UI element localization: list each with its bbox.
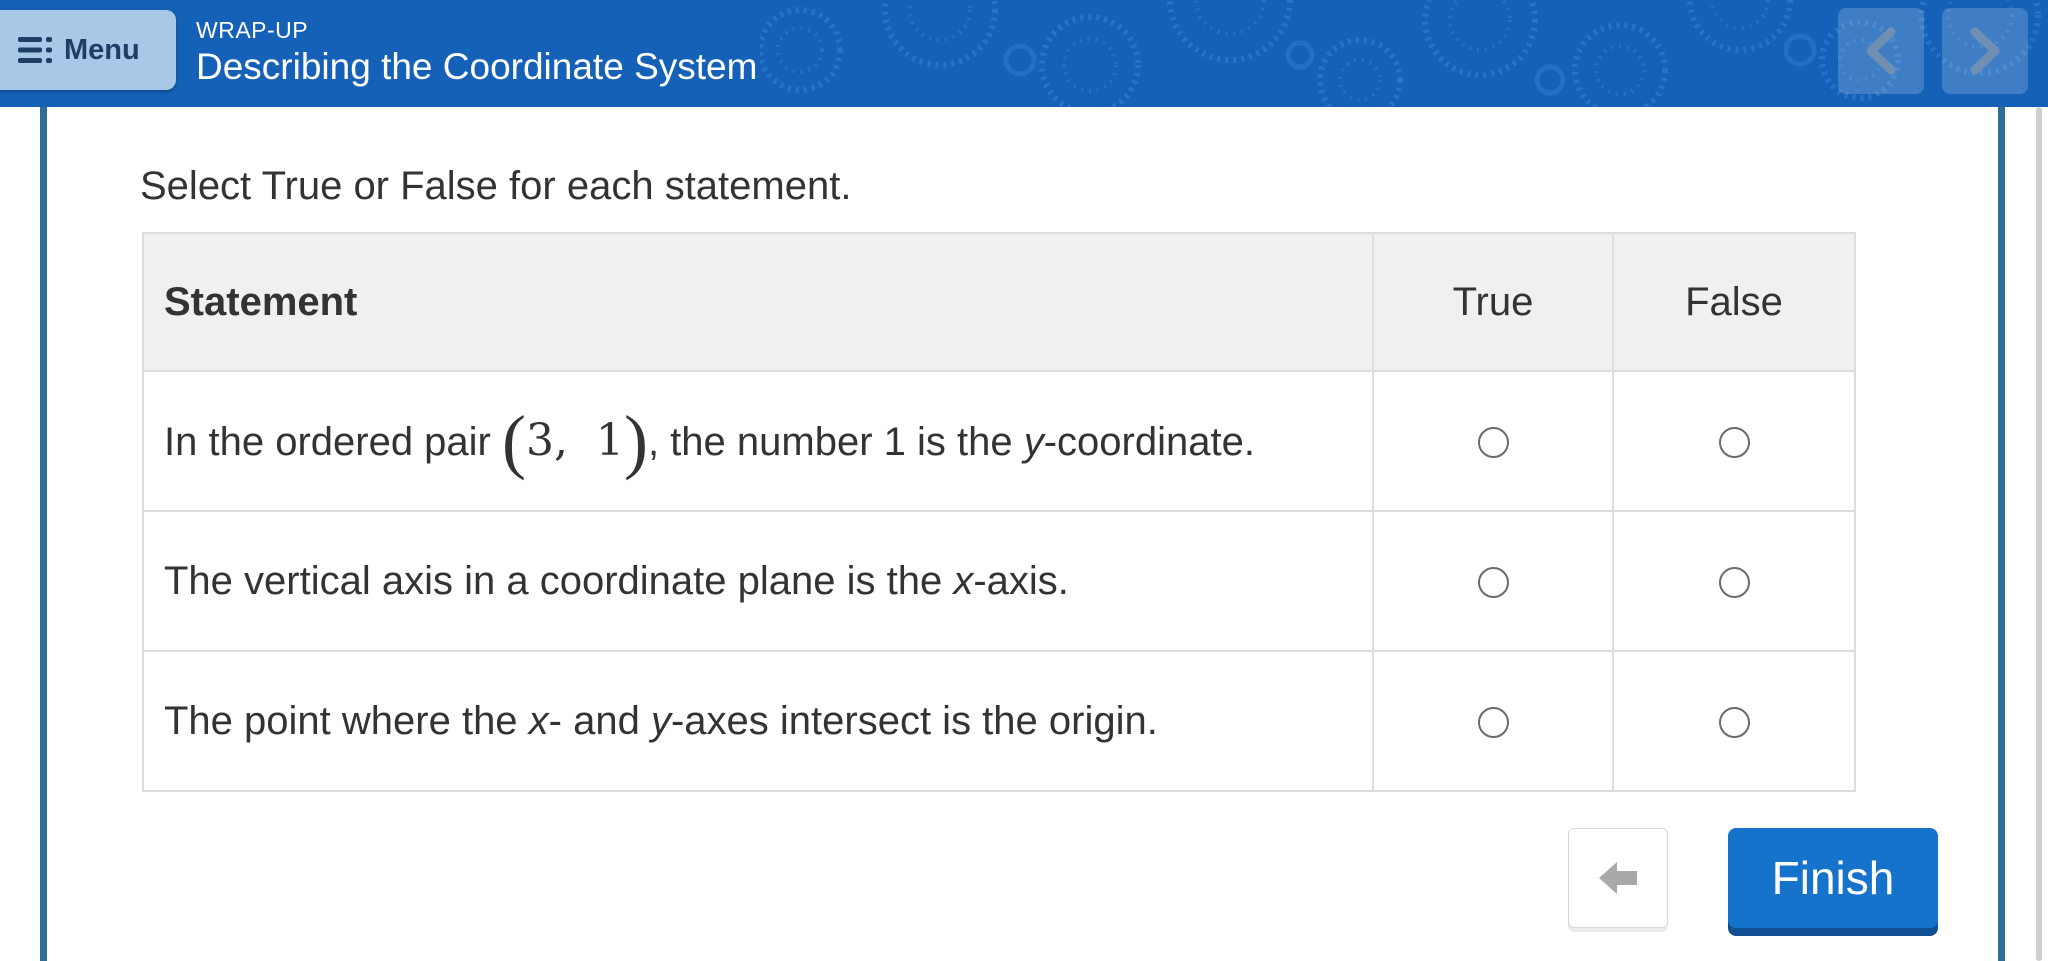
section-eyebrow: WRAP-UP	[196, 17, 309, 43]
next-page-button[interactable]	[1942, 8, 2028, 94]
header-true: True	[1372, 232, 1614, 372]
arrow-left-icon	[1599, 862, 1637, 894]
statement-3: The point where the x- and y-axes inters…	[142, 650, 1374, 792]
statement-1-pre: In the ordered pair	[164, 419, 502, 464]
lesson-header: Menu WRAP-UP Describing the Coordinate S…	[0, 0, 2048, 107]
statement-3-false-radio[interactable]	[1718, 707, 1750, 739]
statement-1-mid: , the number 1 is the	[647, 419, 1024, 464]
pair-second-value: 1	[595, 414, 624, 466]
ordered-pair: (3, 1)	[502, 401, 648, 481]
content-frame-right	[1998, 107, 2005, 961]
header-statement: Statement	[142, 232, 1374, 372]
chevron-left-icon	[1866, 27, 1896, 75]
menu-button[interactable]: Menu	[0, 10, 176, 90]
statement-3-variable-x: x	[528, 698, 549, 743]
statement-1-true-cell	[1372, 370, 1614, 512]
pair-close-paren: )	[623, 400, 648, 481]
statement-3-mid: - and	[548, 698, 651, 743]
statement-2-variable: x	[953, 558, 974, 603]
table-row: In the ordered pair (3, 1), the number 1…	[142, 370, 1856, 512]
statement-1-false-cell	[1612, 370, 1856, 512]
finish-button[interactable]: Finish	[1728, 828, 1938, 928]
table-row: The point where the x- and y-axes inters…	[142, 650, 1856, 792]
statement-3-post: -axes intersect is the origin.	[670, 698, 1158, 743]
statement-2: The vertical axis in a coordinate plane …	[142, 510, 1374, 652]
table-row: The vertical axis in a coordinate plane …	[142, 510, 1856, 652]
statement-3-variable-y: y	[650, 698, 671, 743]
vertical-scrollbar[interactable]	[2036, 107, 2042, 961]
table-header-row: Statement True False	[142, 232, 1856, 372]
pair-open-paren: (	[502, 400, 526, 481]
true-false-table: Statement True False In the ordered pair…	[142, 232, 1856, 792]
statement-2-false-radio[interactable]	[1718, 567, 1750, 599]
back-button[interactable]	[1568, 828, 1668, 928]
statement-1-true-radio[interactable]	[1477, 427, 1509, 459]
previous-page-button[interactable]	[1838, 8, 1924, 94]
statement-1: In the ordered pair (3, 1), the number 1…	[142, 370, 1374, 512]
statement-2-true-radio[interactable]	[1477, 567, 1509, 599]
statement-1-post: -coordinate.	[1043, 419, 1255, 464]
instruction-text: Select True or False for each statement.	[140, 164, 852, 208]
content-frame-left	[40, 107, 47, 961]
statement-1-variable: y	[1023, 419, 1044, 464]
statement-2-false-cell	[1612, 510, 1856, 652]
statement-3-false-cell	[1612, 650, 1856, 792]
page-title: Describing the Coordinate System	[196, 46, 758, 87]
statement-2-post: -axis.	[973, 558, 1069, 603]
statement-3-true-radio[interactable]	[1477, 707, 1509, 739]
statement-3-true-cell	[1372, 650, 1614, 792]
menu-label: Menu	[64, 33, 140, 66]
statement-1-false-radio[interactable]	[1718, 427, 1750, 459]
statement-3-pre: The point where the	[164, 698, 529, 743]
statement-2-pre: The vertical axis in a coordinate plane …	[164, 558, 954, 603]
chevron-right-icon	[1970, 27, 2000, 75]
statement-2-true-cell	[1372, 510, 1614, 652]
list-menu-icon	[18, 37, 52, 63]
pair-first-value: 3,	[525, 414, 568, 466]
header-false: False	[1612, 232, 1856, 372]
